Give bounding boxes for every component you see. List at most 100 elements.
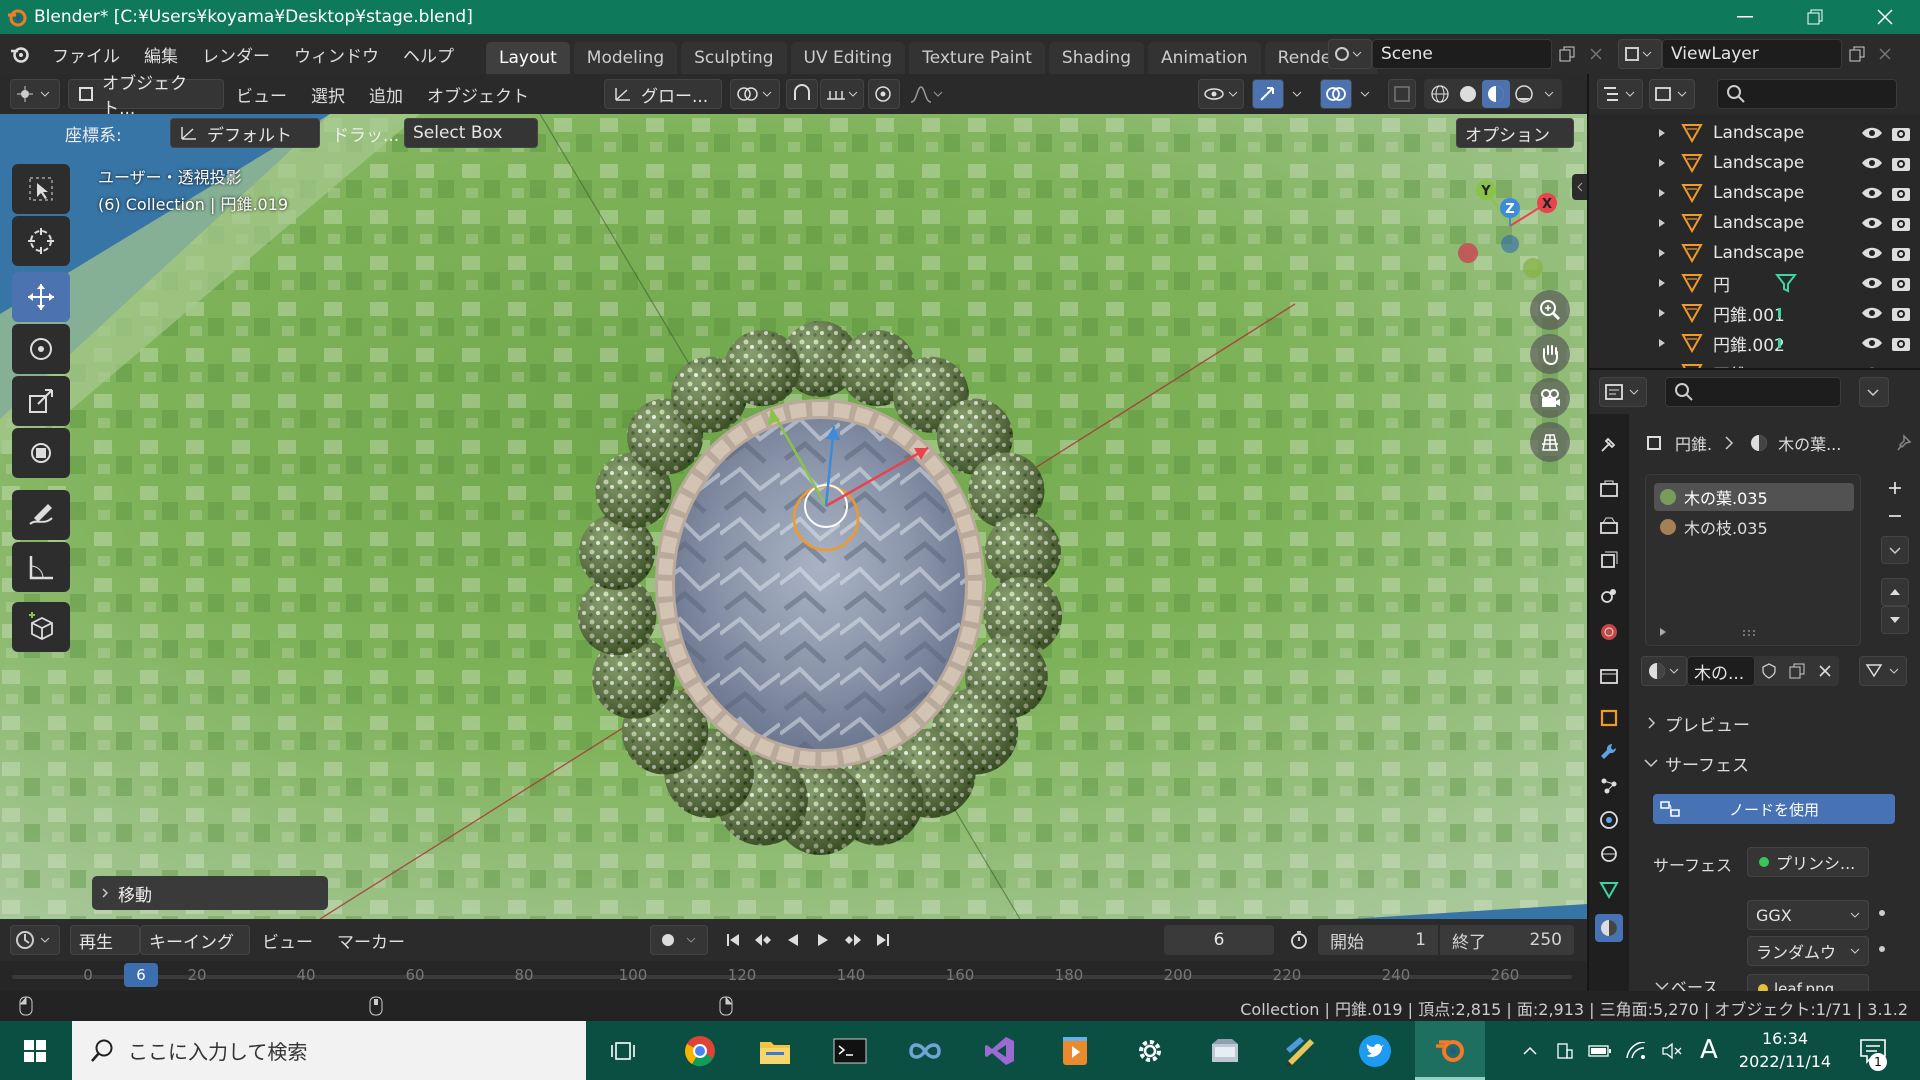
visibility-eye-icon[interactable] xyxy=(1861,336,1883,350)
media-player-icon[interactable] xyxy=(1040,1021,1110,1080)
last-operator-panel[interactable]: 移動 xyxy=(92,876,328,910)
jump-start-icon[interactable] xyxy=(718,932,748,948)
prev-keyframe-icon[interactable] xyxy=(748,932,778,948)
render-camera-icon[interactable] xyxy=(1891,154,1911,172)
wireframe-shading-icon[interactable] xyxy=(1426,80,1454,108)
preview-panel-header[interactable]: プレビュー xyxy=(1641,706,1915,740)
annotate-tool[interactable] xyxy=(12,490,70,540)
delete-scene-icon[interactable] xyxy=(1582,47,1610,61)
outliner-row[interactable]: Landscape.0 xyxy=(1589,118,1920,148)
next-keyframe-icon[interactable] xyxy=(838,932,868,948)
task-view-icon[interactable] xyxy=(588,1021,658,1080)
properties-editor-type-button[interactable] xyxy=(1599,377,1647,407)
transform-tool[interactable] xyxy=(12,428,70,478)
resize-handle-icon[interactable] xyxy=(1736,627,1766,639)
visibility-eye-icon[interactable] xyxy=(1861,246,1883,260)
expand-triangle-icon[interactable] xyxy=(1655,278,1669,288)
current-frame-field[interactable]: 6 xyxy=(1164,925,1274,955)
outliner-row[interactable]: Landscape.0 xyxy=(1589,178,1920,208)
settings-gear-icon[interactable] xyxy=(1115,1021,1185,1080)
navigation-gizmo[interactable]: X Y Z xyxy=(1450,166,1570,286)
notepad-app-icon[interactable] xyxy=(1265,1021,1335,1080)
visibility-eye-icon[interactable] xyxy=(1861,276,1883,290)
surface-panel-header[interactable]: サーフェス xyxy=(1641,746,1915,780)
outliner-row[interactable]: Landscape.0 xyxy=(1589,208,1920,238)
visibility-eye-icon[interactable] xyxy=(1861,126,1883,140)
select-box-tool[interactable] xyxy=(12,164,70,214)
menu-file[interactable]: ファイル xyxy=(40,42,132,67)
blender-taskbar-icon[interactable] xyxy=(1415,1021,1485,1080)
options-dropdown[interactable]: オプション xyxy=(1456,118,1574,148)
modifier-tab-icon[interactable] xyxy=(1595,738,1623,766)
move-tool[interactable] xyxy=(12,272,70,322)
object-tab-icon[interactable] xyxy=(1595,704,1623,732)
snap-target-button[interactable] xyxy=(820,79,864,109)
move-slot-down-icon[interactable] xyxy=(1881,606,1909,634)
menu-render[interactable]: レンダー xyxy=(190,42,282,67)
menu-object[interactable]: オブジェクト xyxy=(415,82,541,107)
distribution-dropdown[interactable]: GGX xyxy=(1747,900,1869,930)
frame-end-field[interactable]: 終了 250 xyxy=(1440,925,1574,955)
material-slot-item[interactable]: 木の枝.035 xyxy=(1654,513,1854,541)
visibility-eye-icon[interactable] xyxy=(1861,186,1883,200)
new-viewlayer-icon[interactable] xyxy=(1842,45,1872,63)
coord-system-dropdown[interactable]: デフォルト xyxy=(170,118,320,148)
link-type-button[interactable] xyxy=(1859,656,1907,686)
expand-triangle-icon[interactable] xyxy=(1655,248,1669,258)
play-icon[interactable] xyxy=(808,932,838,948)
outliner-row[interactable]: 円錐.001 xyxy=(1589,298,1920,328)
display-mode-button[interactable] xyxy=(1649,79,1695,109)
render-tab-icon[interactable] xyxy=(1595,476,1623,504)
visibility-eye-icon[interactable] xyxy=(1861,156,1883,170)
menu-window[interactable]: ウィンドウ xyxy=(282,42,391,67)
file-explorer-icon[interactable] xyxy=(740,1021,810,1080)
outliner-search-input[interactable] xyxy=(1717,79,1897,109)
data-tab-icon[interactable] xyxy=(1595,876,1623,904)
tray-chevron-up-icon[interactable] xyxy=(1518,1039,1542,1063)
render-camera-icon[interactable] xyxy=(1891,184,1911,202)
expand-triangle-icon[interactable] xyxy=(1655,158,1669,168)
pan-hand-icon[interactable] xyxy=(1530,334,1570,374)
expand-triangle-icon[interactable] xyxy=(1655,338,1669,348)
expand-triangle-icon[interactable] xyxy=(1655,128,1669,138)
auto-keying-button[interactable] xyxy=(650,925,708,955)
jump-end-icon[interactable] xyxy=(868,932,898,948)
viewlayer-selector-button[interactable] xyxy=(1618,39,1662,69)
proportional-edit-icon[interactable] xyxy=(868,79,900,109)
zoom-icon[interactable] xyxy=(1530,290,1570,330)
terminal-icon[interactable] xyxy=(815,1021,885,1080)
subsurface-animate-dot[interactable] xyxy=(1879,946,1885,952)
base-panel-header[interactable]: ベース xyxy=(1653,974,1718,991)
playback-menu[interactable]: 再生 xyxy=(70,925,140,955)
visual-studio-icon[interactable] xyxy=(965,1021,1035,1080)
gizmo-dropdown-icon[interactable] xyxy=(1286,79,1308,109)
render-camera-icon[interactable] xyxy=(1891,304,1911,322)
outliner-editor-type-button[interactable] xyxy=(1597,79,1643,109)
chrome-icon[interactable] xyxy=(665,1021,735,1080)
disk-cleanup-icon[interactable] xyxy=(1190,1021,1260,1080)
viewlayer-name-field[interactable]: ViewLayer xyxy=(1662,39,1842,69)
stopwatch-icon[interactable] xyxy=(1284,930,1314,950)
outliner-row[interactable]: 円 xyxy=(1589,268,1920,298)
surface-shader-field[interactable]: プリンシ... xyxy=(1747,847,1869,877)
scene-tab-icon[interactable] xyxy=(1595,582,1623,610)
tab-sculpting[interactable]: Sculpting xyxy=(681,42,787,74)
fake-user-shield-icon[interactable] xyxy=(1755,656,1783,686)
browse-material-button[interactable] xyxy=(1641,656,1687,686)
mode-dropdown[interactable]: オブジェクト... xyxy=(68,74,224,119)
twitter-icon[interactable] xyxy=(1340,1021,1410,1080)
3d-viewport[interactable]: 座標系: デフォルト ドラッ... Select Box オプション ユーザー・… xyxy=(0,114,1587,919)
render-camera-icon[interactable] xyxy=(1891,334,1911,352)
material-tab-icon[interactable] xyxy=(1595,914,1623,942)
outliner-row[interactable]: 円錐.002 xyxy=(1589,328,1920,358)
outliner-row[interactable]: Landscape.0 xyxy=(1589,148,1920,178)
tab-texture-paint[interactable]: Texture Paint xyxy=(909,42,1045,74)
windows-start-icon[interactable] xyxy=(0,1021,70,1080)
tab-shading[interactable]: Shading xyxy=(1048,42,1144,74)
expand-triangle-icon[interactable] xyxy=(1655,308,1669,318)
visibility-eye-icon[interactable] xyxy=(1861,216,1883,230)
move-slot-up-icon[interactable] xyxy=(1881,578,1909,606)
scale-tool[interactable] xyxy=(12,376,70,426)
render-camera-icon[interactable] xyxy=(1891,364,1911,368)
tray-device-icon[interactable] xyxy=(1552,1039,1576,1063)
